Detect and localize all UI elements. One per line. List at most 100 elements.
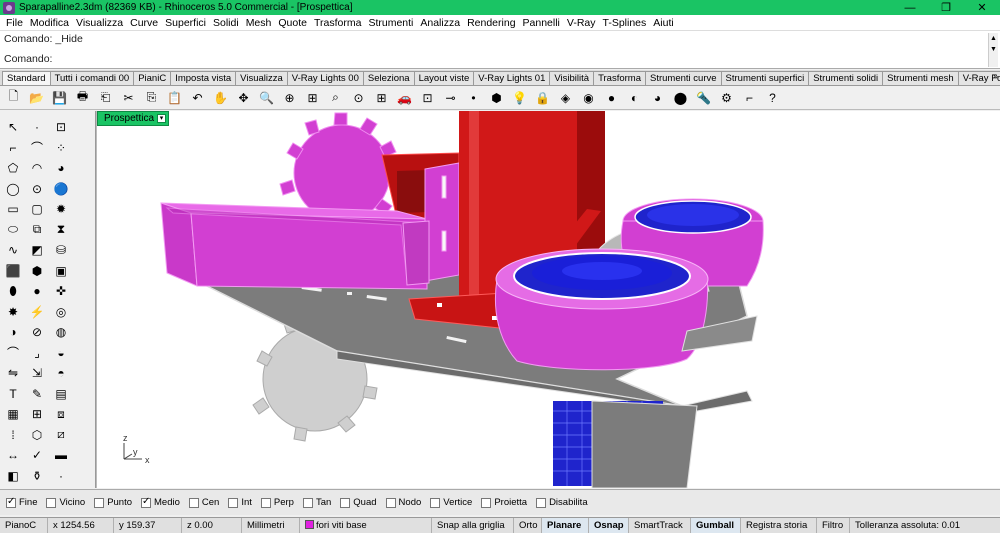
point-icon[interactable]: • (463, 87, 484, 108)
cut-icon[interactable]: ✂ (118, 87, 139, 108)
minimize-button[interactable]: — (892, 0, 928, 15)
menu-analizza[interactable]: Analizza (418, 17, 465, 29)
lamp-icon[interactable]: 🔦 (693, 87, 714, 108)
dots-icon[interactable]: ⁘ (50, 138, 72, 159)
new-icon[interactable]: 🗋 (3, 87, 24, 108)
osnap-perp[interactable]: Perp (260, 497, 294, 508)
osnap-vertice[interactable]: Vertice (430, 497, 472, 508)
3d-scene[interactable]: z y x (97, 111, 1000, 488)
osnap-cen[interactable]: Cen (188, 497, 219, 508)
toolbar-tab-visualizza[interactable]: Visualizza (235, 71, 288, 85)
osnap-checkbox[interactable] (94, 497, 105, 508)
menu-file[interactable]: File (4, 17, 28, 29)
osnap-checkbox[interactable] (46, 497, 57, 508)
toolbar-tab-strumenti-curve[interactable]: Strumenti curve (645, 71, 722, 85)
polyline-icon[interactable]: ⌐ (2, 138, 24, 159)
viewport-menu-arrow-icon[interactable]: ▾ (157, 114, 167, 123)
osnap-checkbox[interactable] (481, 497, 492, 508)
viewport-title-tab[interactable]: Prospettica ▾ (97, 111, 170, 126)
material-icon[interactable]: ◈ (555, 87, 576, 108)
toolbar-tab-strumenti-solidi[interactable]: Strumenti solidi (808, 71, 884, 85)
bucket-icon[interactable]: ⚱ (26, 466, 48, 487)
menu-trasforma[interactable]: Trasforma (312, 17, 366, 29)
toolbar-tab-imposta-vista[interactable]: Imposta vista (170, 71, 237, 85)
env-map-icon[interactable]: ◓ (50, 363, 72, 384)
osnap-medio[interactable]: Medio (141, 496, 180, 508)
menu-visualizza[interactable]: Visualizza (74, 17, 128, 29)
sphere-icon[interactable]: ● (601, 87, 622, 108)
curvature-icon[interactable]: ◍ (50, 322, 72, 343)
tabs-overflow-button[interactable]: » (993, 71, 998, 81)
open-icon[interactable]: 📂 (26, 87, 47, 108)
toolbar-tab-trasforma[interactable]: Trasforma (593, 71, 646, 85)
polygon-icon[interactable]: ⬠ (2, 158, 24, 179)
grid-icon[interactable]: ⊡ (417, 87, 438, 108)
osnap-vicino[interactable]: Vicino (46, 497, 85, 508)
surface-icon[interactable]: ◩ (26, 240, 48, 261)
smarttrack-toggle[interactable]: SmartTrack (629, 517, 691, 533)
command-input[interactable] (56, 51, 986, 65)
import-icon[interactable]: ⎗ (95, 87, 116, 108)
osnap-toggle[interactable]: Osnap (589, 517, 629, 533)
sun-icon[interactable]: ✹ (50, 199, 72, 220)
patch-icon[interactable]: ⬡ (26, 425, 48, 446)
menu-strumenti[interactable]: Strumenti (366, 17, 418, 29)
toolbar-tab-seleziona[interactable]: Seleziona (362, 71, 415, 85)
zebra-icon[interactable]: ◎ (50, 302, 72, 323)
osnap-proietta[interactable]: Proietta (481, 497, 527, 508)
zoom-icon[interactable]: 🔍 (256, 87, 277, 108)
snap-icon[interactable]: ⊡ (50, 117, 72, 138)
gumball-tool-icon[interactable]: ✜ (50, 281, 72, 302)
zoom-window-icon[interactable]: ⊕ (279, 87, 300, 108)
block-icon[interactable]: ▦ (2, 404, 24, 425)
toolbar-tab-visibilit-[interactable]: Visibilità (549, 71, 595, 85)
filter-toggle[interactable]: Filtro (817, 517, 850, 533)
text-icon[interactable]: T (2, 384, 24, 405)
curve-circle-icon[interactable]: ⊙ (26, 179, 48, 200)
offset-icon[interactable]: ⧉ (26, 220, 48, 241)
chamfer-icon[interactable]: ⌟ (26, 343, 48, 364)
maximize-button[interactable]: ❐ (928, 0, 964, 15)
osnap-checkbox[interactable] (141, 496, 152, 508)
annotate-icon[interactable]: ✎ (26, 384, 48, 405)
undo-icon[interactable]: ↶ (187, 87, 208, 108)
pan-icon[interactable]: ✋ (210, 87, 231, 108)
options-icon[interactable]: ⚙ (716, 87, 737, 108)
toolbar-tab-layout-viste[interactable]: Layout viste (413, 71, 475, 85)
zoom-selected-icon[interactable]: ⌕ (325, 87, 346, 108)
print-icon[interactable]: 🖶 (72, 87, 93, 108)
mirror-icon[interactable]: ⇋ (2, 363, 24, 384)
grid-tool-icon[interactable]: ⊞ (26, 404, 48, 425)
nurbs-icon[interactable]: ⧄ (50, 425, 72, 446)
sphere-tool-icon[interactable]: ● (26, 281, 48, 302)
menu-quote[interactable]: Quote (276, 17, 312, 29)
copy-icon[interactable]: ⎘ (141, 87, 162, 108)
toolbar-tab-v-ray-lights-00[interactable]: V-Ray Lights 00 (286, 71, 364, 85)
check-icon[interactable]: ✓ (26, 445, 48, 466)
osnap-checkbox[interactable] (385, 497, 396, 508)
snap-grid-toggle[interactable]: Snap alla griglia (432, 517, 514, 533)
osnap-checkbox[interactable] (536, 497, 547, 508)
planar-toggle[interactable]: Planare (542, 517, 589, 533)
mesh-icon[interactable]: ▤ (50, 384, 72, 405)
draft-icon[interactable]: ◒ (50, 343, 72, 364)
car-icon[interactable]: 🚗 (394, 87, 415, 108)
toolbar-tab-standard[interactable]: Standard (2, 71, 51, 85)
hide-icon[interactable]: ◧ (2, 466, 24, 487)
spacer-icon[interactable]: · (50, 466, 72, 487)
environment-icon[interactable]: ◕ (647, 87, 668, 108)
menu-mesh[interactable]: Mesh (244, 17, 277, 29)
toolbar-tab-pianic[interactable]: PianiC (133, 71, 172, 85)
menu-solidi[interactable]: Solidi (211, 17, 244, 29)
four-viewports-icon[interactable]: ⊞ (371, 87, 392, 108)
osnap-checkbox[interactable] (188, 497, 199, 508)
current-layer[interactable]: fori viti base (300, 517, 432, 533)
osnap-checkbox[interactable] (260, 497, 271, 508)
scale-icon[interactable]: ⇲ (26, 363, 48, 384)
render-icon[interactable]: ◉ (578, 87, 599, 108)
analyze-icon[interactable]: ▣ (50, 261, 72, 282)
osnap-quad[interactable]: Quad (340, 497, 377, 508)
osnap-checkbox[interactable] (302, 497, 313, 508)
split-icon[interactable]: ⊘ (26, 322, 48, 343)
osnap-checkbox[interactable] (228, 497, 239, 508)
